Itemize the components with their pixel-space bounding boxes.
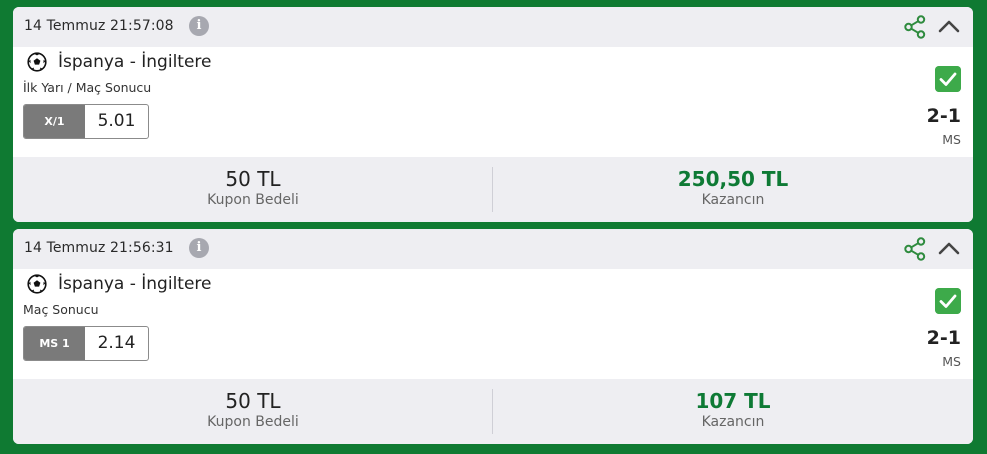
coupon-footer: 50 TL Kupon Bedeli 250,50 TL Kazancın (13, 157, 973, 222)
coupon-header: 14 Temmuz 21:56:31 i (13, 229, 973, 269)
stake-column: 50 TL Kupon Bedeli (13, 157, 493, 222)
info-icon[interactable]: i (189, 238, 209, 258)
market-name: Maç Sonucu (23, 302, 99, 317)
stake-label: Kupon Bedeli (207, 414, 299, 430)
odds-box: X/1 5.01 (23, 104, 149, 139)
coupon-card: 14 Temmuz 21:57:08 i İspanya - İngiltere… (13, 7, 973, 222)
market-name: İlk Yarı / Maç Sonucu (23, 80, 152, 95)
score-label: MS (942, 132, 961, 147)
odd-value: 2.14 (97, 333, 136, 353)
score-label: MS (942, 354, 961, 369)
pick-label: MS 1 (24, 327, 85, 360)
match-name: İspanya - İngiltere (58, 274, 212, 294)
coupon-date: 14 Temmuz 21:56:31 (24, 240, 174, 256)
coupon-card: 14 Temmuz 21:56:31 i İspanya - İngiltere… (13, 229, 973, 444)
match-score: 2-1 (926, 105, 961, 127)
match-score: 2-1 (926, 327, 961, 349)
chevron-up-icon[interactable] (938, 239, 960, 257)
soccer-ball-icon (27, 52, 47, 72)
coupon-header: 14 Temmuz 21:57:08 i (13, 7, 973, 47)
soccer-ball-icon (27, 274, 47, 294)
share-icon[interactable] (904, 237, 926, 261)
match-name: İspanya - İngiltere (58, 52, 212, 72)
winnings-label: Kazancın (701, 192, 765, 208)
odds-box: MS 1 2.14 (23, 326, 149, 361)
stake-amount: 50 TL (225, 167, 281, 191)
winnings-amount: 107 TL (695, 389, 771, 413)
chevron-up-icon[interactable] (938, 17, 960, 35)
pick-label: X/1 (24, 105, 85, 138)
winnings-amount: 250,50 TL (677, 167, 789, 191)
stake-label: Kupon Bedeli (207, 192, 299, 208)
share-icon[interactable] (904, 15, 926, 39)
odd-value: 5.01 (97, 111, 136, 131)
coupon-footer: 50 TL Kupon Bedeli 107 TL Kazancın (13, 379, 973, 444)
winnings-column: 107 TL Kazancın (493, 379, 973, 444)
info-icon[interactable]: i (189, 16, 209, 36)
check-icon (935, 66, 961, 92)
stake-column: 50 TL Kupon Bedeli (13, 379, 493, 444)
check-icon (935, 288, 961, 314)
coupon-date: 14 Temmuz 21:57:08 (24, 18, 174, 34)
winnings-label: Kazancın (701, 414, 765, 430)
stake-amount: 50 TL (225, 389, 281, 413)
winnings-column: 250,50 TL Kazancın (493, 157, 973, 222)
